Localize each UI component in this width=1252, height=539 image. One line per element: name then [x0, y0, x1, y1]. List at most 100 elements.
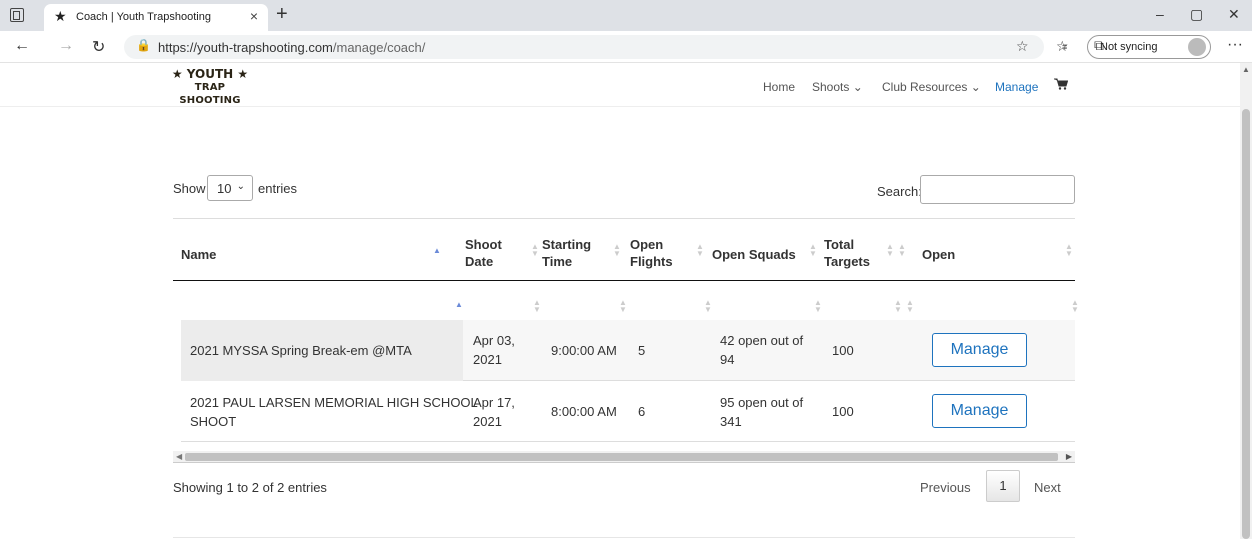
cell-flights: 5	[638, 343, 646, 358]
th-total-targets[interactable]: Total Targets	[824, 236, 870, 270]
th-open[interactable]: Open	[922, 246, 955, 263]
address-bar[interactable]: 🔒 https://youth-trapshooting.com/manage/…	[124, 35, 1044, 59]
favorites-list-icon: ≡	[1062, 42, 1068, 52]
manage-button[interactable]: Manage	[932, 333, 1027, 367]
url-host: https://youth-trapshooting.com	[158, 40, 333, 55]
nav-shoots[interactable]: Shoots ⌄	[812, 80, 863, 94]
th-open-squads[interactable]: Open Squads	[712, 246, 796, 263]
th-name-label: Name	[181, 247, 217, 262]
table-row: 2021 PAUL LARSEN MEMORIAL HIGH SCHOOL SHO…	[181, 381, 1075, 442]
sort-icon: ▲ ▼	[1065, 242, 1073, 258]
show-label: Show	[173, 181, 206, 196]
cell-time: 8:00:00 AM	[551, 404, 617, 419]
more-menu-icon[interactable]: ···	[1227, 36, 1243, 54]
search-input[interactable]	[920, 175, 1075, 204]
cell-time: 9:00:00 AM	[551, 343, 617, 358]
cell-date: Apr 17, 2021	[473, 393, 515, 431]
url-text: https://youth-trapshooting.com/manage/co…	[158, 40, 425, 55]
cell-name: 2021 PAUL LARSEN MEMORIAL HIGH SCHOOL SHO…	[190, 393, 478, 431]
profile-sync-button[interactable]: Not syncing	[1087, 35, 1211, 59]
manage-button[interactable]: Manage	[932, 394, 1027, 428]
entries-label: entries	[258, 181, 298, 196]
th-label: Targets	[824, 254, 870, 269]
cell-name: 2021 MYSSA Spring Break-em @MTA	[190, 341, 412, 360]
maximize-icon[interactable]: ▢	[1190, 6, 1203, 23]
cell-targets: 100	[832, 343, 854, 358]
pagination-page[interactable]: 1	[986, 470, 1020, 502]
pagination-previous[interactable]: Previous	[920, 480, 971, 495]
sort-asc-icon: ▲	[433, 246, 441, 255]
star-favicon-icon: ★	[54, 8, 67, 24]
site-info-icon[interactable]: 🔒	[136, 38, 151, 52]
sort-asc-icon: ▲	[455, 300, 463, 309]
th-label: Time	[542, 254, 573, 269]
avatar-icon	[1188, 38, 1206, 56]
sort-icon: ▲ ▼	[809, 242, 817, 258]
sort-icon: ▲ ▼	[533, 298, 541, 314]
close-window-icon[interactable]: ✕	[1228, 6, 1240, 23]
tab-actions-icon[interactable]	[10, 8, 24, 22]
th-label: Starting	[542, 237, 592, 252]
table-row: 2021 MYSSA Spring Break-em @MTA Apr 03, 2…	[181, 320, 1075, 381]
sort-icon: ▲ ▼	[894, 298, 902, 314]
th-label: Total	[824, 237, 855, 252]
th-label: Shoot	[465, 237, 502, 252]
cell-targets: 100	[832, 404, 854, 419]
sort-icon: ▲ ▼	[814, 298, 822, 314]
length-value: 10	[217, 181, 232, 196]
entries-length-select[interactable]: 10 ⌄	[207, 175, 253, 201]
table-horizontal-scrollbar[interactable]: ◀ ▶	[173, 451, 1075, 463]
cell-text: 2021	[473, 352, 502, 367]
th-shoot-date[interactable]: Shoot Date	[465, 236, 502, 270]
pagination-next[interactable]: Next	[1034, 480, 1061, 495]
cell-text: 95 open out of	[720, 395, 804, 410]
nav-home[interactable]: Home	[763, 80, 795, 94]
cell-text: 94	[720, 352, 735, 367]
cell-text: Apr 17,	[473, 395, 515, 410]
th-open-flights[interactable]: Open Flights	[630, 236, 673, 270]
back-arrow-icon[interactable]: ←	[14, 37, 30, 55]
logo-line-1: ★ YOUTH ★	[171, 67, 249, 81]
table-info: Showing 1 to 2 of 2 entries	[173, 480, 327, 495]
scrollbar-thumb[interactable]	[1242, 109, 1250, 539]
sort-icon: ▲ ▼	[898, 242, 906, 258]
site-header: ★ YOUTH ★ TRAP SHOOTING Home Shoots ⌄ Cl…	[0, 63, 1240, 107]
forward-arrow-icon[interactable]: →	[58, 37, 74, 55]
site-logo[interactable]: ★ YOUTH ★ TRAP SHOOTING	[168, 68, 252, 107]
scrollbar-thumb[interactable]	[185, 453, 1058, 461]
page-viewport: ★ YOUTH ★ TRAP SHOOTING Home Shoots ⌄ Cl…	[0, 63, 1240, 539]
close-tab-icon[interactable]: ×	[250, 8, 258, 24]
refresh-icon[interactable]: ↻	[92, 37, 105, 57]
scroll-up-icon[interactable]: ▲	[1242, 65, 1250, 74]
cart-icon[interactable]	[1054, 78, 1069, 93]
new-tab-icon[interactable]: +	[276, 3, 288, 26]
browser-tab-active[interactable]: ★ Coach | Youth Trapshooting ×	[44, 4, 268, 31]
url-path: /manage/coach/	[332, 40, 426, 55]
cell-text: 2021 PAUL LARSEN MEMORIAL HIGH SCHOOL	[190, 395, 478, 410]
address-toolbar: ← → ↻ 🔒 https://youth-trapshooting.com/m…	[0, 31, 1252, 63]
cell-squads: 42 open out of 94	[720, 331, 803, 369]
cell-text: 2021 MYSSA Spring Break-em @MTA	[190, 343, 412, 358]
browser-tab-strip: ★ Coach | Youth Trapshooting × + – ▢ ✕	[0, 0, 1252, 31]
th-name[interactable]: Name	[181, 246, 216, 263]
scroll-left-icon[interactable]: ◀	[176, 452, 182, 461]
cell-squads: 95 open out of 341	[720, 393, 803, 431]
minimize-icon[interactable]: –	[1156, 6, 1164, 22]
divider	[173, 537, 1075, 538]
th-starting-time[interactable]: Starting Time	[542, 236, 591, 270]
add-favorite-icon[interactable]: ☆	[1016, 38, 1029, 55]
nav-manage[interactable]: Manage	[995, 80, 1038, 94]
th-label: Date	[465, 254, 494, 269]
sort-icon: ▲ ▼	[531, 242, 539, 258]
chevron-down-icon: ⌄	[236, 181, 245, 192]
sort-icon: ▲ ▼	[886, 242, 894, 258]
th-label: Open	[922, 247, 956, 262]
th-label: Open Squads	[712, 247, 796, 262]
sort-icon: ▲ ▼	[696, 242, 704, 258]
scroll-right-icon[interactable]: ▶	[1066, 452, 1072, 461]
page-vertical-scrollbar[interactable]: ▲	[1240, 63, 1252, 539]
nav-club-resources[interactable]: Club Resources ⌄	[882, 80, 981, 94]
th-label: Flights	[630, 254, 673, 269]
cell-text: 2021	[473, 414, 502, 429]
cell-text: 341	[720, 414, 742, 429]
